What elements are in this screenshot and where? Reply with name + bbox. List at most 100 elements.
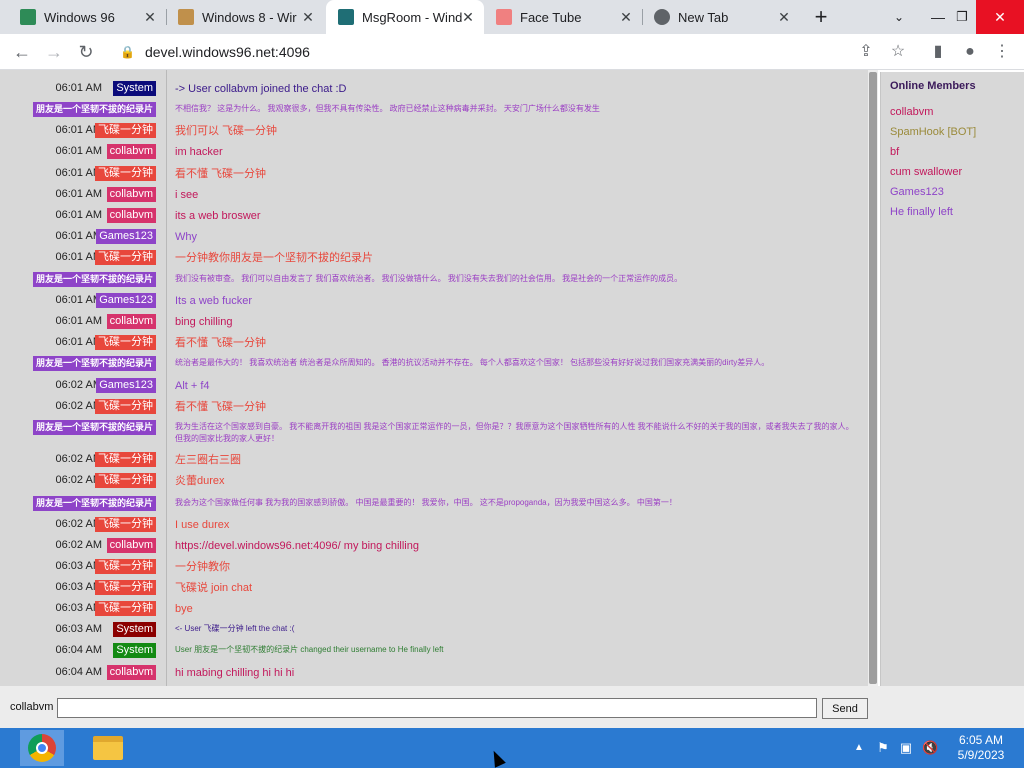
msgroom-favicon-icon: [338, 9, 354, 25]
scrollbar-thumb[interactable]: [869, 72, 877, 684]
taskbar-file-explorer-button[interactable]: [86, 730, 130, 766]
send-button[interactable]: Send: [822, 698, 868, 719]
volume-muted-icon[interactable]: 🔇: [922, 740, 938, 756]
message-text: Why: [175, 231, 197, 243]
action-center-flag-icon[interactable]: ⚑: [875, 740, 891, 756]
network-icon[interactable]: ▣: [898, 740, 914, 756]
tab-msgroom[interactable]: MsgRoom - Wind ✕: [326, 0, 484, 34]
online-member[interactable]: SpamHook [BOT]: [881, 126, 1024, 138]
tab-title: New Tab: [678, 9, 729, 25]
tab-title: Windows 96: [44, 9, 115, 25]
chat-log[interactable]: 06:01 AM System -> User collabvm joined th…: [0, 70, 868, 686]
message-username-badge[interactable]: 飞碟一分钟: [95, 452, 156, 467]
close-icon[interactable]: ✕: [300, 9, 316, 25]
chat-message-row: 06:01 AM Games123 Why: [0, 229, 868, 247]
message-text: 看不懂 飞碟一分钟: [175, 337, 267, 349]
tab-title: Face Tube: [520, 9, 582, 25]
bookmark-star-icon[interactable]: ☆: [886, 40, 910, 64]
message-timestamp: 06:01 AM: [55, 230, 102, 242]
message-username-badge[interactable]: 朋友是一个坚韧不拔的纪录片: [32, 356, 156, 371]
tab-face-tube[interactable]: Face Tube ✕: [484, 0, 642, 34]
chat-scrollbar[interactable]: [868, 70, 878, 686]
message-username-badge[interactable]: collabvm: [106, 538, 156, 553]
message-username-badge[interactable]: collabvm: [106, 208, 156, 223]
message-username-badge[interactable]: 朋友是一个坚韧不拔的纪录片: [32, 496, 156, 511]
message-username-badge[interactable]: 朋友是一个坚韧不拔的纪录片: [32, 102, 156, 117]
online-member[interactable]: bf: [881, 146, 1024, 158]
message-username-badge[interactable]: 飞碟一分钟: [95, 580, 156, 595]
chat-message-row: 06:01 AM 飞碟一分钟 一分钟教你朋友是一个坚韧不拔的纪录片: [0, 250, 868, 268]
online-member[interactable]: He finally left: [881, 206, 1024, 218]
clock-time: 6:05 AM: [958, 733, 1004, 747]
tab-windows-96[interactable]: Windows 96 ✕: [8, 0, 166, 34]
message-text: https://devel.windows96.net:4096/ my bin…: [175, 540, 419, 552]
chat-message-row: 06:02 AM collabvm https://devel.windows96.…: [0, 538, 868, 556]
current-username: collabvm: [10, 701, 54, 713]
online-member[interactable]: cum swallower: [881, 166, 1024, 178]
close-window-icon[interactable]: ✕: [976, 0, 1024, 34]
message-username-badge[interactable]: collabvm: [106, 187, 156, 202]
message-username-badge[interactable]: 飞碟一分钟: [95, 166, 156, 181]
message-username-badge[interactable]: 飞碟一分钟: [95, 517, 156, 532]
chat-message-row: 06:03 AM 飞碟一分钟 一分钟教你: [0, 559, 868, 577]
message-text: 看不懂 飞碟一分钟: [175, 168, 267, 180]
message-username-badge[interactable]: System: [113, 81, 156, 96]
message-text: Alt + f4: [175, 380, 210, 392]
message-timestamp: 06:04 AM: [55, 644, 102, 656]
message-username-badge[interactable]: collabvm: [106, 144, 156, 159]
message-text: bing chilling: [175, 316, 233, 328]
new-tab-button[interactable]: +: [801, 0, 841, 34]
message-username-badge[interactable]: 飞碟一分钟: [95, 335, 156, 350]
side-panel-icon[interactable]: ▮: [926, 40, 950, 64]
chat-message-row: 06:02 AM 飞碟一分钟 看不懂 飞碟一分钟: [0, 399, 868, 417]
clock-date: 5/9/2023: [957, 748, 1005, 762]
windows96-favicon-icon: [20, 9, 36, 25]
message-text: 不相信我？ 这是为什么。 我观察很多，但我不具有传染性。 政府已经禁止这种病毒并…: [175, 104, 600, 113]
message-username-badge[interactable]: 飞碟一分钟: [95, 601, 156, 616]
message-username-badge[interactable]: System: [113, 622, 156, 637]
back-arrow-icon[interactable]: ←: [8, 38, 36, 66]
chat-message-row: 06:02 AM 飞碟一分钟 炎蕾durex: [0, 473, 868, 491]
message-username-badge[interactable]: 飞碟一分钟: [95, 250, 156, 265]
lock-icon: 🔒: [120, 45, 135, 59]
message-username-badge[interactable]: collabvm: [106, 314, 156, 329]
member-list: collabvm SpamHook [BOT] bf cum swallower Gam…: [881, 106, 1024, 218]
chrome-icon: [28, 734, 56, 762]
message-text: Its a web fucker: [175, 295, 253, 307]
message-username-badge[interactable]: 飞碟一分钟: [95, 473, 156, 488]
message-username-badge[interactable]: Games123: [96, 378, 156, 393]
url-text: devel.windows96.net:4096: [144, 44, 310, 60]
message-username-badge[interactable]: 朋友是一个坚韧不拔的纪录片: [32, 272, 156, 287]
system-clock[interactable]: 6:05 AM 5/9/2023: [948, 733, 1014, 763]
chat-message-row: 06:02 AM 飞碟一分钟 左三圈右三圈: [0, 452, 868, 470]
message-username-badge[interactable]: 飞碟一分钟: [95, 559, 156, 574]
message-username-badge[interactable]: Games123: [96, 229, 156, 244]
show-hidden-icons-icon[interactable]: ▲: [851, 740, 867, 756]
message-username-badge[interactable]: 飞碟一分钟: [95, 399, 156, 414]
forward-arrow-icon[interactable]: →: [40, 38, 68, 66]
menu-kebab-icon[interactable]: ⋮: [990, 40, 1014, 64]
message-timestamp: 06:01 AM: [55, 209, 102, 221]
message-text: 统治者是最伟大的！ 我喜欢统治者 统治者是众所周知的。 香港的抗议活动并不存在。…: [175, 358, 770, 367]
message-username-badge[interactable]: collabvm: [106, 665, 156, 680]
reload-icon[interactable]: ↻: [72, 38, 100, 66]
share-icon[interactable]: ⇪: [854, 40, 878, 64]
close-icon[interactable]: ✕: [142, 9, 158, 25]
tab-windows-8[interactable]: Windows 8 - Wir ✕: [166, 0, 324, 34]
taskbar-chrome-button[interactable]: [20, 730, 64, 766]
close-icon[interactable]: ✕: [460, 9, 476, 25]
profile-avatar-icon[interactable]: ●: [958, 40, 982, 64]
message-username-badge[interactable]: 朋友是一个坚韧不拔的纪录片: [32, 420, 156, 435]
message-input[interactable]: [57, 698, 817, 718]
tab-search-icon[interactable]: ⌄: [879, 0, 919, 34]
address-bar[interactable]: 🔒 devel.windows96.net:4096: [108, 38, 918, 66]
tab-new-tab[interactable]: New Tab ✕: [642, 0, 800, 34]
message-username-badge[interactable]: Games123: [96, 293, 156, 308]
message-username-badge[interactable]: 飞碟一分钟: [95, 123, 156, 138]
online-member[interactable]: Games123: [881, 186, 1024, 198]
close-icon[interactable]: ✕: [776, 9, 792, 25]
chat-message-row: 06:01 AM 飞碟一分钟 我们可以 飞碟一分钟: [0, 123, 868, 141]
message-username-badge[interactable]: System: [113, 643, 156, 658]
close-icon[interactable]: ✕: [618, 9, 634, 25]
online-member[interactable]: collabvm: [881, 106, 1024, 118]
